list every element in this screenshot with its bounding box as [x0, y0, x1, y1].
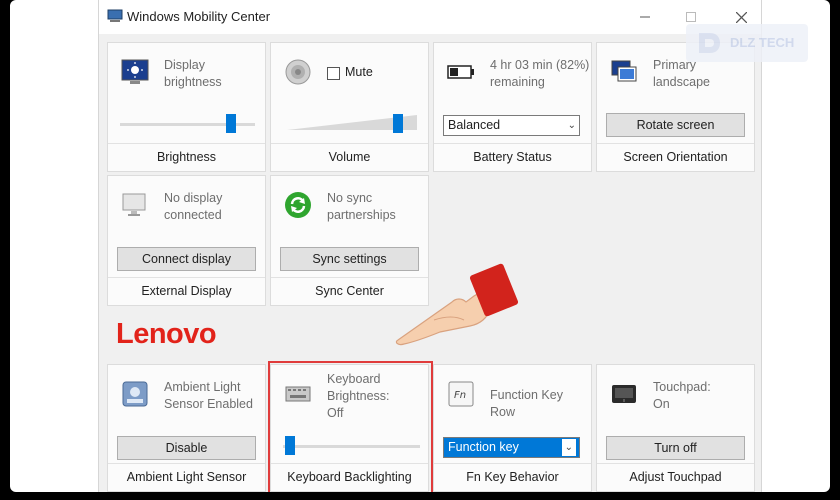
touchpad-tile: Touchpad: On Turn off Adjust Touchpad: [596, 364, 755, 492]
connect-display-button[interactable]: Connect display: [117, 247, 256, 271]
fn-key-icon: Fn: [448, 381, 474, 407]
battery-time-remaining: 4 hr 03 min (82%): [490, 58, 590, 72]
svg-text:Fn: Fn: [454, 390, 466, 401]
ambient-light-footer: Ambient Light Sensor: [108, 463, 265, 491]
external-display-tile: No display connected Connect display Ext…: [107, 175, 266, 306]
screen-rotation-icon: [611, 60, 637, 82]
chevron-down-icon: ⌄: [561, 439, 576, 456]
battery-remaining-label: remaining: [490, 75, 545, 89]
brightness-text-line2: brightness: [164, 75, 222, 89]
lenovo-logo: Lenovo: [116, 318, 217, 350]
sync-icon: [285, 192, 311, 218]
sync-status-line1: No sync: [327, 191, 373, 205]
battery-tile: 4 hr 03 min (82%) remaining Balanced ⌄ B…: [433, 42, 592, 172]
display-status-line2: connected: [164, 208, 222, 222]
highlight-box: [268, 361, 433, 492]
fn-key-behavior-select[interactable]: Function key ⌄: [443, 437, 580, 458]
mobility-center-app-icon: [107, 9, 123, 22]
display-status-line1: No display: [164, 191, 223, 205]
brightness-slider-thumb[interactable]: [226, 114, 237, 133]
close-icon: [735, 11, 747, 23]
minimize-button[interactable]: [631, 6, 659, 28]
fn-key-row-label: Function Key Row: [490, 388, 563, 419]
mute-checkbox[interactable]: [327, 67, 340, 80]
touchpad-icon: [612, 385, 636, 403]
fn-key-footer: Fn Key Behavior: [434, 463, 591, 491]
sync-status-line2: partnerships: [327, 208, 396, 222]
ambient-status-line1: Ambient Light: [164, 380, 241, 394]
watermark-logo-icon: [699, 33, 720, 53]
disable-ambient-sensor-button[interactable]: Disable: [117, 436, 256, 460]
ambient-status-line2: Sensor Enabled: [164, 397, 253, 411]
window-title: Windows Mobility Center: [127, 9, 271, 24]
volume-slider-thumb[interactable]: [393, 114, 404, 133]
ambient-light-sensor-icon: [122, 381, 148, 407]
volume-tile: Mute Volume: [270, 42, 429, 172]
orientation-footer: Screen Orientation: [597, 143, 754, 171]
watermark: DLZ TECH: [686, 24, 808, 62]
fn-key-tile: Fn Function Key Row Function key ⌄ Fn Ke…: [433, 364, 592, 492]
power-plan-select[interactable]: Balanced ⌄: [443, 115, 580, 136]
touchpad-status: On: [653, 397, 670, 411]
volume-footer: Volume: [271, 143, 428, 171]
fn-key-behavior-value: Function key: [448, 440, 519, 454]
screenshot-frame: Windows Mobility Center Display brightne…: [10, 0, 830, 492]
ambient-light-tile: Ambient Light Sensor Enabled Disable Amb…: [107, 364, 266, 492]
battery-icon: [447, 65, 474, 79]
brightness-footer: Brightness: [108, 143, 265, 171]
speaker-icon: [285, 59, 311, 85]
title-bar: Windows Mobility Center: [99, 0, 761, 34]
turn-off-touchpad-button[interactable]: Turn off: [606, 436, 745, 460]
maximize-icon: [686, 12, 696, 22]
brightness-text-line1: Display: [164, 58, 205, 72]
pointing-hand-icon: [395, 263, 519, 346]
external-display-footer: External Display: [108, 277, 265, 305]
orientation-text-line2: landscape: [653, 75, 710, 89]
chevron-down-icon: ⌄: [567, 120, 576, 131]
rotate-screen-button[interactable]: Rotate screen: [606, 113, 745, 137]
display-brightness-icon: [121, 59, 149, 84]
battery-footer: Battery Status: [434, 143, 591, 171]
brightness-tile: Display brightness Brightness: [107, 42, 266, 172]
watermark-text: DLZ TECH: [730, 35, 795, 50]
mute-label: Mute: [345, 65, 373, 79]
minimize-icon: [640, 16, 650, 18]
power-plan-value: Balanced: [448, 118, 501, 132]
touchpad-footer: Adjust Touchpad: [597, 463, 754, 491]
touchpad-label: Touchpad:: [653, 380, 711, 394]
monitor-icon: [122, 193, 146, 216]
